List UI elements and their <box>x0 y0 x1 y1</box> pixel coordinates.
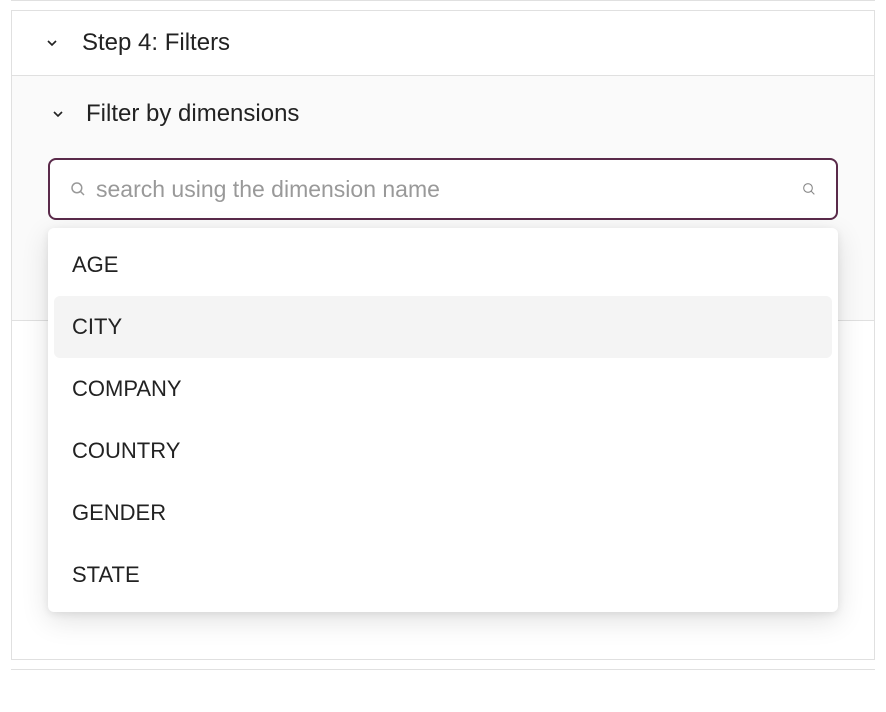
dimension-label: GENDER <box>72 500 166 525</box>
filters-panel: Filter by dimensions AGE <box>11 76 875 321</box>
dimension-label: COMPANY <box>72 376 182 401</box>
chevron-down-icon <box>42 33 62 53</box>
dimension-label: COUNTRY <box>72 438 180 463</box>
dimension-label: AGE <box>72 252 118 277</box>
dimension-option[interactable]: AGE <box>54 234 832 296</box>
filter-header[interactable]: Filter by dimensions <box>48 76 838 152</box>
dimension-dropdown: AGE CITY COMPANY COUNTRY GENDER <box>48 228 838 612</box>
chevron-down-icon <box>48 104 68 124</box>
dimension-option[interactable]: CITY <box>54 296 832 358</box>
search-icon <box>68 179 88 199</box>
step-title: Step 4: Filters <box>82 29 230 57</box>
search-icon <box>800 180 818 198</box>
step-header[interactable]: Step 4: Filters <box>12 11 874 75</box>
dimension-label: STATE <box>72 562 140 587</box>
search-box[interactable] <box>48 158 838 220</box>
dimension-option[interactable]: COMPANY <box>54 358 832 420</box>
search-input[interactable] <box>96 176 792 203</box>
dimension-option[interactable]: COUNTRY <box>54 420 832 482</box>
dimension-option[interactable]: STATE <box>54 544 832 606</box>
dimension-label: CITY <box>72 314 122 339</box>
step-panel: Step 4: Filters <box>11 10 875 76</box>
filter-title: Filter by dimensions <box>86 100 299 128</box>
dimension-option[interactable]: GENDER <box>54 482 832 544</box>
